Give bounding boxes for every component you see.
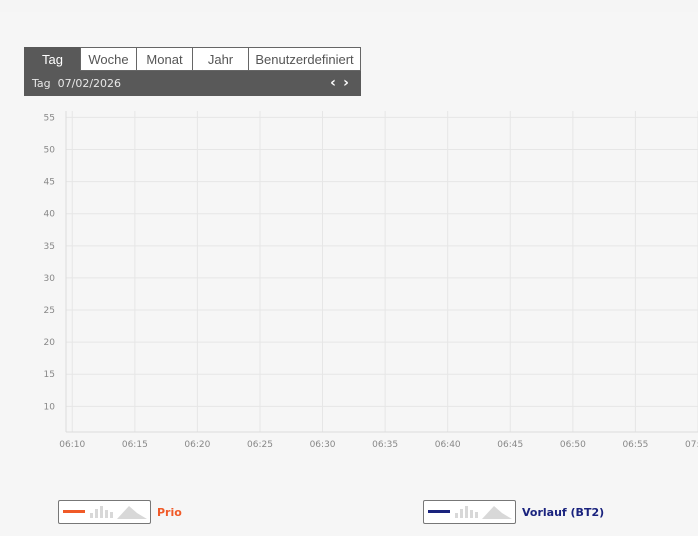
y-tick-label-10: 10 (44, 402, 56, 412)
y-tick-label-20: 20 (44, 338, 56, 348)
x-tick-label-06:10: 06:10 (59, 440, 85, 450)
line-chart: 10 15 20 25 30 35 40 45 50 55 06:10 06:15 06:20 06:25… (44, 111, 698, 450)
y-tick-label-35: 35 (44, 242, 55, 252)
legend-swatch-icon (428, 506, 512, 519)
x-tick-label-06:40: 06:40 (435, 440, 461, 450)
x-tick-label-06:50: 06:50 (560, 440, 586, 450)
y-tick-label-30: 30 (44, 274, 56, 284)
y-tick-label-40: 40 (44, 210, 56, 220)
legend-item-vorlauf[interactable]: Vorlauf (BT2) (423, 500, 604, 524)
y-tick-label-25: 25 (44, 306, 55, 316)
legend-swatch-icon (63, 506, 147, 519)
legend-toggle-vorlauf[interactable] (423, 500, 516, 524)
y-tick-label-50: 50 (44, 146, 56, 156)
x-tick-label-06:45: 06:45 (497, 440, 523, 450)
x-tick-label-07:00: 07:00 (685, 440, 698, 450)
x-tick-label-06:15: 06:15 (122, 440, 148, 450)
y-tick-label-45: 45 (44, 178, 55, 188)
y-tick-label-15: 15 (44, 370, 55, 380)
legend-label-vorlauf: Vorlauf (BT2) (522, 505, 605, 519)
x-tick-label-06:30: 06:30 (310, 440, 336, 450)
legend-item-prio[interactable]: Prio (58, 500, 182, 524)
y-tick-label-55: 55 (44, 113, 55, 123)
x-tick-label-06:25: 06:25 (247, 440, 273, 450)
legend-label-prio: Prio (157, 505, 182, 519)
x-tick-label-06:55: 06:55 (622, 440, 648, 450)
x-tick-label-06:35: 06:35 (372, 440, 398, 450)
x-tick-label-06:20: 06:20 (184, 440, 210, 450)
legend-toggle-prio[interactable] (58, 500, 151, 524)
